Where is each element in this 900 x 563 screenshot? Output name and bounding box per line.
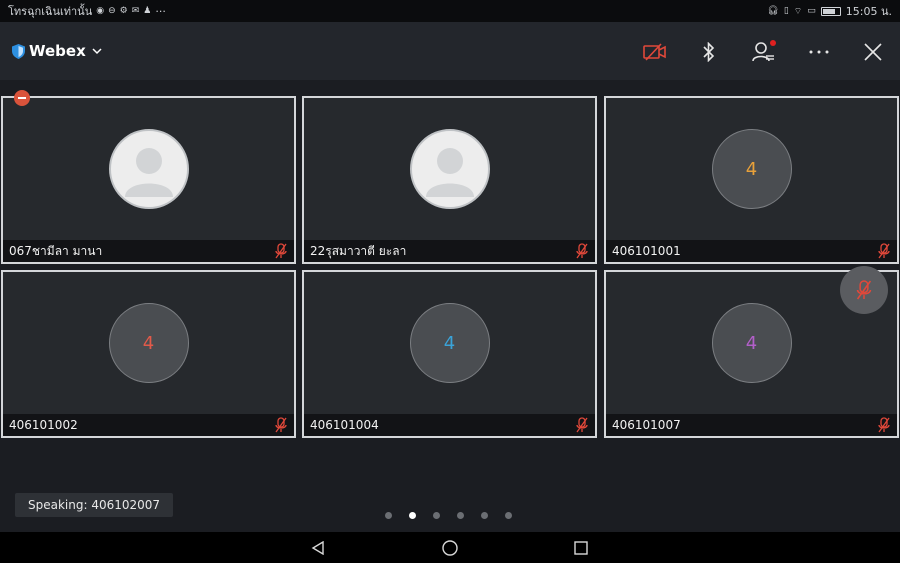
active-speaker-label: Speaking: 406102007	[15, 493, 174, 517]
page-dot-active[interactable]	[409, 512, 416, 519]
page-dot[interactable]	[433, 512, 440, 519]
tile-footer: 067ชามีลา มานา	[3, 240, 294, 262]
status-bar-right: 🎧︎ ▯ ⌔ ▭ 15:05 น.	[767, 2, 892, 20]
page-dot[interactable]	[385, 512, 392, 519]
avatar: 4	[108, 303, 189, 383]
close-button[interactable]	[860, 39, 886, 65]
page-dot[interactable]	[457, 512, 464, 519]
more-icon	[809, 50, 829, 54]
app-header: Webex	[0, 22, 900, 80]
mute-button[interactable]	[840, 266, 888, 314]
participants-button[interactable]	[751, 39, 777, 65]
status-bar-left: โทรฉุกเฉินเท่านั้น ◉ ⊖ ⚙ ✉ ♟ ···	[8, 2, 166, 20]
recents-icon	[574, 541, 588, 555]
vibrate-icon: ▯	[783, 6, 789, 16]
mic-muted-icon	[275, 243, 287, 259]
settings-icon: ⚙	[119, 6, 128, 16]
tile-footer: 22รุสมาวาตี ยะลา	[304, 240, 595, 262]
carrier-text: โทรฉุกเฉินเท่านั้น	[8, 5, 93, 18]
more-notifications-icon: ···	[155, 4, 166, 18]
mic-muted-icon	[856, 280, 872, 300]
participants-icon	[752, 40, 776, 62]
tile-footer: 406101004	[304, 414, 595, 436]
participant-tile[interactable]: 22รุสมาวาตี ยะลา	[302, 96, 597, 264]
person-placeholder-icon	[425, 148, 474, 197]
page-dot[interactable]	[505, 512, 512, 519]
home-icon	[442, 540, 458, 556]
message-icon: ⊖	[108, 6, 116, 16]
status-bar: โทรฉุกเฉินเท่านั้น ◉ ⊖ ⚙ ✉ ♟ ··· 🎧︎ ▯ ⌔ …	[0, 0, 900, 22]
mic-muted-icon	[878, 243, 890, 259]
sim-icon: ▭	[807, 6, 816, 16]
participant-name: 067ชามีลา มานา	[9, 243, 103, 258]
camera-off-icon	[643, 43, 666, 61]
participant-tile[interactable]: 4 406101002	[1, 270, 296, 438]
tile-footer: 406101002	[3, 414, 294, 436]
participant-name: 406101002	[9, 418, 78, 432]
avatar: 4	[711, 303, 792, 383]
mic-muted-icon	[275, 417, 287, 433]
gmail-icon: ✉	[131, 6, 140, 16]
close-icon	[864, 43, 882, 61]
home-button[interactable]	[441, 539, 459, 557]
mic-muted-icon	[576, 417, 588, 433]
bluetooth-icon	[703, 42, 715, 62]
meeting-title-dropdown[interactable]: Webex	[12, 42, 102, 60]
avatar-initial: 4	[443, 332, 456, 354]
avatar-initial: 4	[745, 158, 758, 180]
person-placeholder-icon	[124, 148, 173, 197]
tile-footer: 406101007	[606, 414, 897, 436]
active-speaker-text: Speaking: 406102007	[28, 498, 161, 512]
chevron-down-icon	[92, 45, 102, 58]
avatar: 4	[409, 303, 490, 383]
participant-tile[interactable]: 4 406101001	[604, 96, 899, 264]
avatar	[409, 129, 490, 209]
page-dot[interactable]	[481, 512, 488, 519]
participant-name: 406101001	[612, 244, 681, 258]
avatar	[108, 129, 189, 209]
system-navigation-bar	[0, 532, 900, 563]
clock: 15:05 น.	[845, 5, 892, 18]
dnd-icon: ♟	[143, 6, 152, 16]
more-options-button[interactable]	[806, 39, 832, 65]
remove-icon[interactable]	[14, 90, 30, 106]
participant-tile[interactable]: 4 406101004	[302, 270, 597, 438]
mic-muted-icon	[878, 417, 890, 433]
avatar-initial: 4	[745, 332, 758, 354]
participant-name: 22รุสมาวาตี ยะลา	[310, 243, 407, 258]
tile-footer: 406101001	[606, 240, 897, 262]
notification-icon: ◉	[96, 6, 105, 16]
camera-off-button[interactable]	[642, 39, 668, 65]
avatar: 4	[711, 129, 792, 209]
battery-icon	[820, 6, 841, 16]
back-button[interactable]	[309, 539, 327, 557]
app-title: Webex	[29, 42, 86, 60]
page-indicator	[385, 512, 512, 519]
bluetooth-button[interactable]	[696, 39, 722, 65]
back-icon	[311, 541, 324, 555]
avatar-initial: 4	[142, 332, 155, 354]
recents-button[interactable]	[572, 539, 590, 557]
mic-muted-icon	[576, 243, 588, 259]
participant-name: 406101004	[310, 418, 379, 432]
participant-tile[interactable]: 067ชามีลา มานา	[1, 96, 296, 264]
participant-name: 406101007	[612, 418, 681, 432]
headset-icon: 🎧︎	[767, 6, 779, 16]
wifi-icon: ⌔	[793, 6, 803, 17]
shield-icon	[12, 43, 25, 59]
